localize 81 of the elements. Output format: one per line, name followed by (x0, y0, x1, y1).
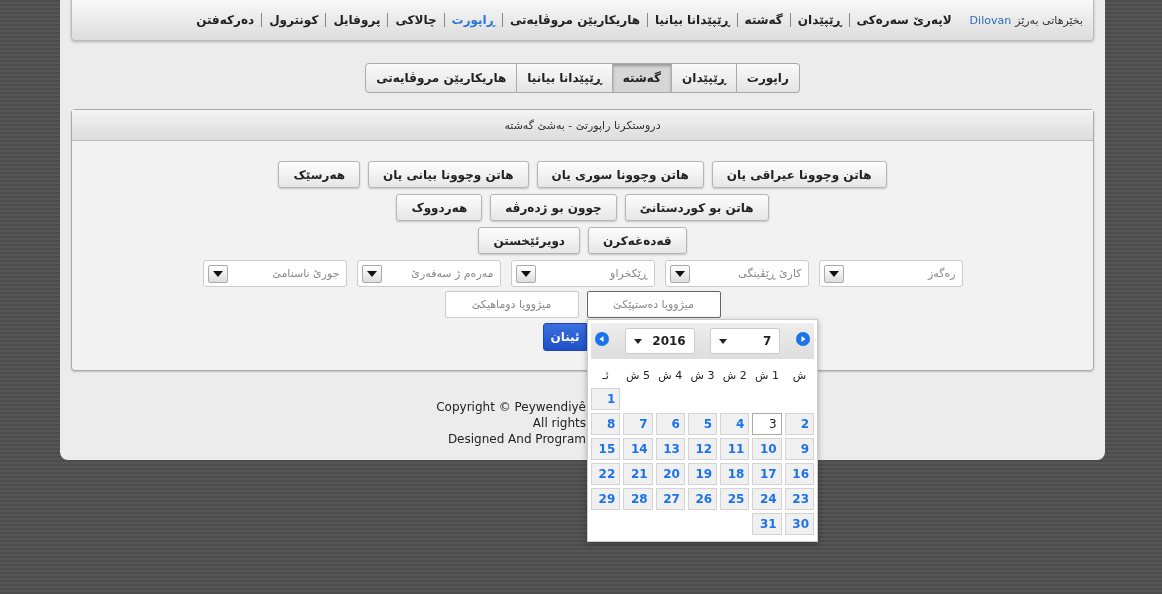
submit-button[interactable]: ئینان (543, 323, 587, 351)
day-cell[interactable]: 28 (623, 488, 653, 510)
previous-month-icon[interactable] (595, 332, 610, 346)
tab[interactable]: گەشتە (612, 63, 673, 93)
day-cell[interactable]: 29 (591, 488, 621, 510)
footer-text: Designed And Program (447, 431, 586, 447)
day-cell[interactable]: 20 (655, 463, 685, 485)
year-select[interactable]: 2016 (624, 328, 695, 354)
nav-link[interactable]: گەشتە (744, 13, 783, 27)
report-button[interactable]: قەدەغەکرن (588, 227, 687, 254)
nav-link[interactable]: هاریکاریێن مروڤایەتی (509, 13, 641, 27)
footer-text: Copyright © Peywendiyê (436, 399, 586, 415)
report-button[interactable]: هاتن وچوونا سوری یان (536, 161, 704, 188)
panel-title: دروستکرنا راپورتێ - بەشێ گەشتە (504, 118, 661, 132)
report-button[interactable]: هاتن وچوونا بیانی یان (368, 161, 529, 188)
weekday-label: ئـ (601, 369, 610, 382)
weekday-label: ش (791, 369, 808, 382)
report-button[interactable]: چوون بو ژدەرڤە (490, 194, 617, 221)
day-cell[interactable]: 17 (752, 463, 782, 485)
day-cell[interactable]: 8 (591, 413, 621, 435)
day-cell[interactable]: 23 (784, 488, 814, 510)
day-cell[interactable]: 18 (720, 463, 750, 485)
nav-link[interactable]: لاپەرێ سەرەکی (856, 13, 952, 27)
day-cell[interactable]: 6 (655, 413, 685, 435)
nav-link[interactable]: کونترول (269, 13, 319, 27)
day-cell[interactable]: 3 (752, 413, 782, 435)
day-cell[interactable]: 27 (655, 488, 685, 510)
weekday-label: 1 ش (754, 369, 781, 382)
tab[interactable]: راپورت (736, 63, 800, 93)
day-cell[interactable]: 26 (687, 488, 718, 510)
dropdown[interactable]: جورێ ناسنامێ (202, 260, 347, 287)
day-cell[interactable]: 4 (720, 413, 750, 435)
next-month-icon[interactable] (796, 332, 810, 346)
dropdown[interactable]: کارێ ڕێڤینگی (664, 260, 809, 287)
day-cell[interactable]: 14 (623, 438, 653, 460)
report-button[interactable]: دویرئێخستن (478, 227, 580, 254)
dropdown[interactable]: ڕێکخراو (510, 260, 655, 287)
weekday-label: 2 ش (721, 369, 748, 382)
day-cell[interactable]: 13 (655, 438, 685, 460)
day-cell[interactable]: 2 (784, 413, 814, 435)
footer-text: All rights (532, 415, 586, 431)
tab[interactable]: ڕێپێدان (672, 63, 737, 93)
day-cell[interactable]: 25 (720, 488, 750, 510)
weekday-label: 5 ش (624, 369, 651, 382)
nav-link[interactable]: پروفایل (333, 13, 381, 27)
nav-link[interactable]: ڕێپێدان (797, 13, 842, 27)
dropdown-arrow-icon (719, 338, 728, 344)
day-cell[interactable]: 9 (784, 438, 814, 460)
day-cell[interactable]: 7 (623, 413, 653, 435)
tab[interactable]: ڕێپێدانا بیانیا (517, 63, 613, 93)
weekday-label: 4 ش (657, 369, 684, 382)
tab[interactable]: هاریکاریێن مروڤایەتی (365, 63, 518, 93)
report-button[interactable]: هاتن وچوونا عیراقی یان (711, 161, 887, 188)
day-cell[interactable]: 21 (623, 463, 653, 485)
day-cell[interactable]: 16 (784, 463, 814, 485)
day-cell[interactable]: 5 (687, 413, 718, 435)
dropdown[interactable]: رەگەز (818, 260, 963, 287)
day-cell[interactable]: 19 (687, 463, 718, 485)
nav-link[interactable]: ڕێپێدانا بیانیا (655, 13, 730, 27)
day-cell[interactable]: 12 (687, 438, 718, 460)
day-cell[interactable]: 31 (752, 513, 782, 535)
month-select[interactable]: 7 (710, 328, 781, 354)
day-cell[interactable]: 1 (591, 388, 621, 410)
weekday-label: 3 ش (689, 369, 716, 382)
welcome-text: بخێرهاتی بەرێز (1015, 13, 1083, 27)
dropdown[interactable]: مەرەم ژ سەفەرێ (356, 260, 501, 287)
day-cell[interactable]: 10 (752, 438, 782, 460)
day-cell[interactable]: 30 (784, 513, 814, 535)
dropdown-arrow-icon (633, 338, 642, 344)
nav-link[interactable]: ڕاپورت (451, 13, 495, 27)
day-cell[interactable]: 11 (720, 438, 750, 460)
nav-link[interactable]: دەرکەفتن (196, 13, 255, 27)
date-field[interactable]: میژوویا دەستپێکێ (586, 291, 721, 318)
user-link[interactable]: Dilovan (969, 13, 1012, 27)
report-button[interactable]: هاتن بو کوردستانێ (624, 194, 769, 221)
nav-link[interactable]: چالاکی (395, 13, 437, 27)
day-cell[interactable]: 22 (591, 463, 621, 485)
report-button[interactable]: هەردووک (396, 194, 483, 221)
day-cell[interactable]: 15 (591, 438, 621, 460)
report-button[interactable]: هەرسێک (278, 161, 360, 188)
day-cell[interactable]: 24 (752, 488, 782, 510)
